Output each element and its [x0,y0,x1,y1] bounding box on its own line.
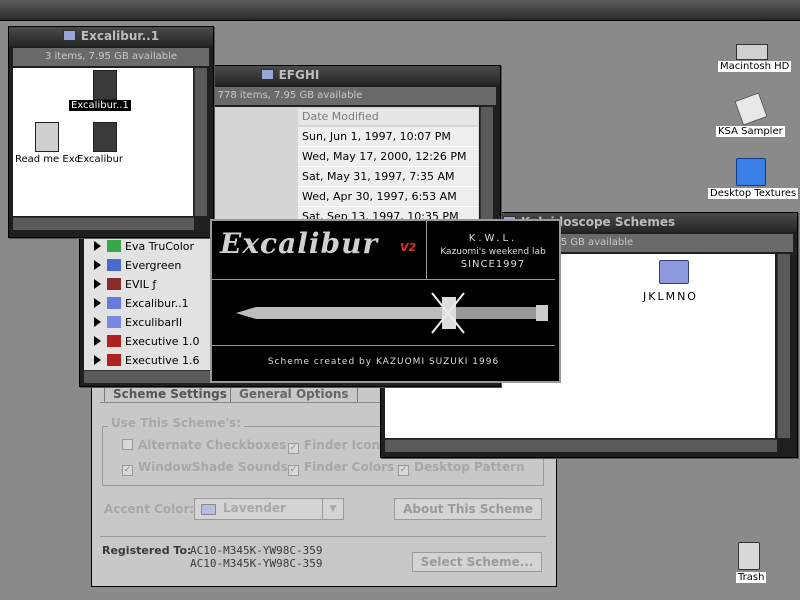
about-scheme-button[interactable]: About This Scheme [394,498,542,520]
desktop-label[interactable]: Desktop Textures [708,188,799,199]
file-icon [107,259,121,271]
checkbox[interactable]: ✓ [122,465,133,476]
group-label: Use This Scheme's: [108,416,245,430]
checkbox[interactable]: ✓ [288,443,299,454]
registration-code: AC10-M345K-YW98C-359 [190,557,323,570]
desktop-label[interactable]: KSA Sampler [716,126,785,137]
finder-colors-option[interactable]: ✓ Finder Colors [288,460,394,476]
divider [212,345,555,346]
folder-icon[interactable] [659,260,689,284]
accent-color-popup[interactable]: Lavender ▼ [194,498,344,520]
color-swatch [201,504,216,515]
credit-line: Scheme created by KAZUOMI SUZUKI 1996 [267,357,500,367]
splash-screen: Excalibur V2 K.W.L. Kazuomi's weekend la… [210,219,561,383]
disclosure-triangle-icon[interactable] [94,241,101,251]
list-item-label: Executive 1.6 [125,354,200,367]
column-header-date[interactable]: Date Modified [298,109,478,125]
trash-icon[interactable] [738,542,760,570]
since-year: SINCE1997 [460,259,526,270]
alternate-checkboxes-option[interactable]: Alternate Checkboxes [122,438,286,452]
window-info: 3 items, 7.95 GB available [13,48,209,66]
list-item-label: Evergreen [125,259,182,272]
document-icon[interactable] [35,122,59,152]
chevron-down-icon: ▼ [322,499,343,519]
list-item[interactable]: Executive 1.6 [84,351,214,371]
list-item[interactable]: Eva TruColor Ser [84,237,214,272]
brand: K.W.L. [468,233,518,244]
folder-icon [62,30,76,41]
disclosure-triangle-icon[interactable] [94,355,101,365]
desktop-pattern-option[interactable]: ✓ Desktop Pattern [398,460,525,476]
sampler-icon[interactable] [734,92,768,126]
divider [100,536,546,537]
registered-to-label: Registered To: [102,544,192,557]
sword-pommel [536,305,548,321]
file-icon [107,297,121,309]
windowshade-sounds-option[interactable]: ✓ WindowShade Sounds [122,460,288,476]
horizontal-scrollbar[interactable] [13,217,194,230]
disclosure-triangle-icon[interactable] [94,298,101,308]
disclosure-triangle-icon[interactable] [94,260,101,270]
disclosure-triangle-icon[interactable] [94,279,101,289]
vertical-scrollbar[interactable] [777,254,790,438]
checkbox[interactable]: ✓ [288,465,299,476]
divider [212,279,555,280]
vertical-scrollbar[interactable] [194,68,207,216]
date-cell: Sun, Jun 1, 1997, 10:07 PM [298,127,478,147]
file-icon [107,316,121,328]
sword-hilt [456,307,536,319]
list-item[interactable]: ExculibarII Folde [84,313,214,348]
folder-label: JKLMNO [643,290,698,303]
application-icon[interactable] [93,70,117,100]
registration-code: AC10-M345K-YW98C-359 [190,544,323,557]
accent-color-label: Accent Color: [104,502,195,516]
divider [426,221,427,279]
desktop-label[interactable]: Macintosh HD [718,61,792,72]
sword-illustration [236,292,548,334]
date-cell: Wed, Apr 30, 1997, 6:53 AM [298,187,478,207]
list-item[interactable]: Evergreen [84,256,214,276]
list-item[interactable]: Executive 1.0 Be [84,332,214,367]
horizontal-scrollbar[interactable] [385,439,777,452]
list-item[interactable]: Excalibur..1 [84,294,214,314]
date-cell: Wed, May 17, 2000, 12:26 PM [298,147,478,167]
accent-color-value: Lavender [223,501,286,515]
window-title[interactable]: Excalibur..1 [9,27,213,46]
disclosure-triangle-icon[interactable] [94,336,101,346]
file-icon [107,354,121,366]
file-icon [107,240,121,252]
select-scheme-button[interactable]: Select Scheme... [412,552,542,572]
checkbox[interactable] [122,439,133,450]
icon-label: Read me Exc [15,154,80,165]
icon-label: Excalibur [77,154,124,165]
sword-blade [236,307,442,319]
folder-icon[interactable] [736,158,766,186]
version-badge: V2 [400,241,417,254]
window-content: Excalibur..1 Read me Exc Excalibur [13,68,193,216]
folder-icon [260,69,274,80]
splash-logo: Excalibur [220,227,379,260]
file-icon [107,335,121,347]
menu-bar [0,0,800,21]
application-icon[interactable] [93,122,117,152]
excalibur-folder-window: Excalibur..1 3 items, 7.95 GB available … [8,26,214,238]
disclosure-triangle-icon[interactable] [94,317,101,327]
date-cell: Sat, May 31, 1997, 7:35 AM [298,167,478,187]
checkbox[interactable]: ✓ [398,465,409,476]
list-item-label: EVIL ƒ [125,278,157,291]
file-icon [107,278,121,290]
desktop-label[interactable]: Trash [736,572,767,583]
list-item-label: Excalibur..1 [125,297,189,310]
tagline: Kazuomi's weekend lab [440,247,546,257]
list-item[interactable]: EVIL ƒ [84,275,214,295]
icon-label-selected[interactable]: Excalibur..1 [69,100,131,111]
hard-disk-icon[interactable] [736,44,768,60]
finder-icons-option[interactable]: ✓ Finder Icons [288,438,387,454]
